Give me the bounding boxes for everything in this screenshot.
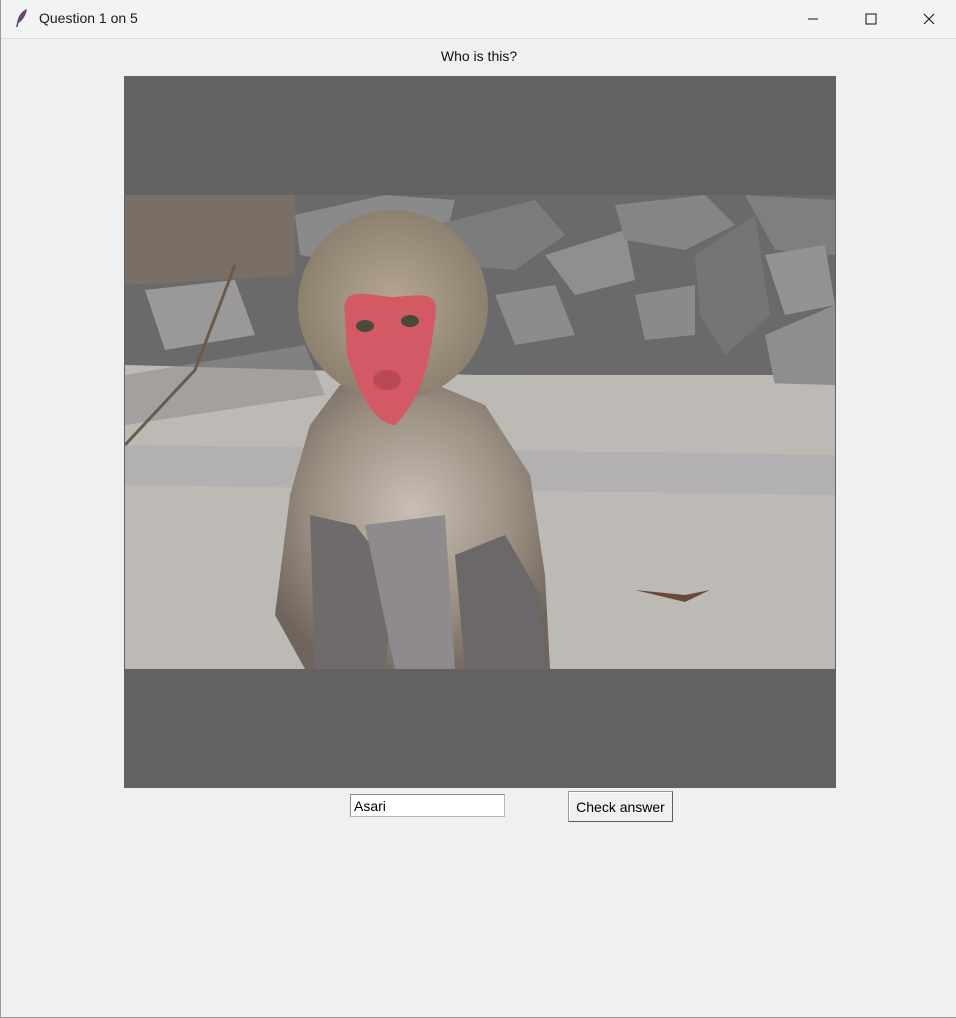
maximize-icon	[865, 13, 877, 25]
close-button[interactable]	[906, 0, 952, 38]
minimize-button[interactable]	[790, 0, 836, 38]
monkey-photo	[125, 195, 835, 669]
check-answer-button[interactable]: Check answer	[568, 791, 673, 822]
close-icon	[923, 13, 935, 25]
title-bar[interactable]: Question 1 on 5	[1, 0, 956, 39]
app-window: Question 1 on 5 Who is this? Asari Check…	[0, 0, 956, 1018]
image-canvas	[124, 76, 836, 788]
answer-input[interactable]	[350, 794, 505, 817]
feather-icon	[16, 9, 27, 27]
window-title: Question 1 on 5	[39, 10, 138, 26]
question-label: Who is this?	[440, 48, 518, 64]
maximize-button[interactable]	[848, 0, 894, 38]
minimize-icon	[808, 18, 818, 20]
